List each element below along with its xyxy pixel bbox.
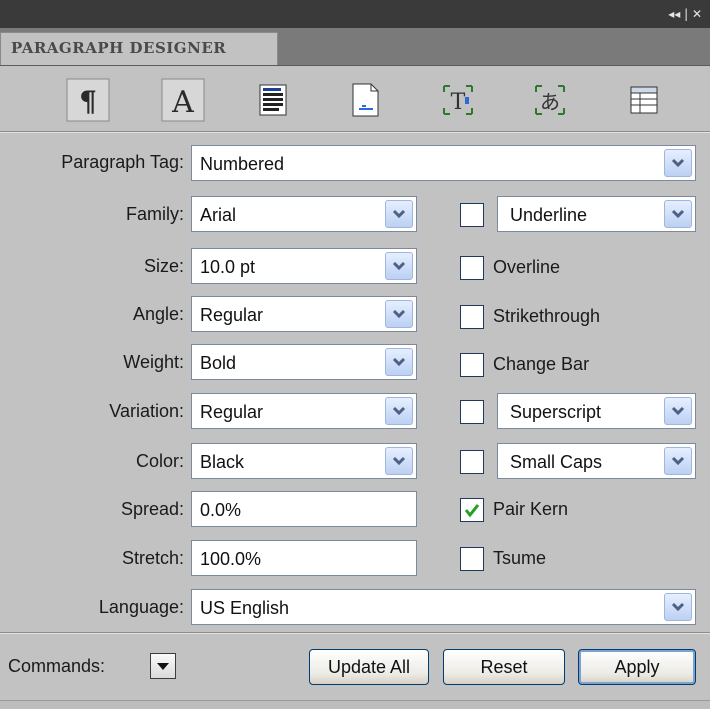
collapse-close-controls[interactable]: ◂◂ | ✕	[668, 7, 702, 21]
svg-text:¶: ¶	[79, 85, 97, 118]
variation-value: Regular	[200, 402, 264, 422]
angle-label: Angle:	[132, 304, 184, 324]
chevron-down-icon[interactable]	[385, 397, 413, 425]
variation-label: Variation:	[109, 401, 184, 421]
paragraph-tag-dropdown[interactable]: Numbered	[191, 145, 696, 181]
underline-value: Underline	[510, 205, 588, 225]
table-cell-icon[interactable]	[622, 78, 666, 122]
strikethrough-label[interactable]: Strikethrough	[493, 306, 600, 327]
separator-top	[0, 131, 710, 133]
underline-checkbox[interactable]	[460, 203, 484, 227]
title-bar: ◂◂ | ✕	[0, 0, 710, 28]
language-value: US English	[200, 598, 290, 618]
pagination-icon[interactable]	[343, 78, 387, 122]
color-label: Color:	[135, 451, 184, 471]
size-value: 10.0 pt	[200, 257, 256, 277]
strikethrough-checkbox[interactable]	[460, 305, 484, 329]
chevron-down-icon[interactable]	[664, 447, 692, 475]
stretch-label: Stretch:	[121, 548, 184, 568]
pair-kern-label[interactable]: Pair Kern	[493, 499, 568, 520]
family-value: Arial	[200, 205, 237, 225]
commands-label: Commands:	[8, 656, 106, 676]
small-caps-value: Small Caps	[510, 452, 603, 472]
overline-checkbox[interactable]	[460, 256, 484, 280]
svg-text:A: A	[171, 85, 194, 120]
spread-label: Spread:	[120, 499, 184, 519]
family-dropdown[interactable]: Arial	[191, 196, 417, 232]
toolbar: ¶ A T あ	[0, 72, 710, 128]
chevron-down-icon[interactable]	[385, 300, 413, 328]
angle-value: Regular	[200, 305, 264, 325]
paragraph-tag-label: Paragraph Tag:	[61, 152, 184, 172]
tsume-checkbox[interactable]	[460, 547, 484, 571]
chevron-down-icon[interactable]	[664, 149, 692, 177]
language-dropdown[interactable]: US English	[191, 589, 696, 625]
small-caps-checkbox[interactable]	[460, 450, 484, 474]
tsume-label[interactable]: Tsume	[493, 548, 546, 569]
chevron-down-icon[interactable]	[385, 200, 413, 228]
tab-paragraph-designer[interactable]: PARAGRAPH DESIGNER	[0, 32, 278, 65]
color-dropdown[interactable]: Black	[191, 443, 417, 479]
family-label: Family:	[126, 204, 184, 224]
superscript-checkbox[interactable]	[460, 400, 484, 424]
size-dropdown[interactable]: 10.0 pt	[191, 248, 417, 284]
paragraph-tag-value: Numbered	[200, 154, 285, 174]
font-icon[interactable]: A	[161, 78, 205, 122]
separator-bottom	[0, 632, 710, 634]
superscript-dropdown[interactable]: Superscript	[497, 393, 696, 429]
size-label: Size:	[143, 256, 184, 276]
spread-input[interactable]: 0.0%	[191, 491, 417, 527]
language-label: Language:	[98, 597, 184, 617]
pair-kern-checkbox[interactable]	[460, 498, 484, 522]
weight-label: Weight:	[123, 352, 184, 372]
change-bar-label[interactable]: Change Bar	[493, 354, 589, 375]
chevron-down-icon[interactable]	[385, 348, 413, 376]
asian-text-icon[interactable]: あ	[528, 78, 572, 122]
apply-button[interactable]: Apply	[578, 649, 696, 685]
tab-label: PARAGRAPH DESIGNER	[11, 39, 227, 57]
checkmark-icon	[464, 504, 480, 518]
pilcrow-icon[interactable]: ¶	[66, 78, 110, 122]
chevron-down-icon[interactable]	[664, 200, 692, 228]
weight-value: Bold	[200, 353, 237, 373]
chevron-down-icon[interactable]	[664, 593, 692, 621]
update-all-button[interactable]: Update All	[309, 649, 429, 685]
svg-text:T: T	[451, 90, 466, 115]
chevron-down-icon[interactable]	[664, 397, 692, 425]
text-frame-icon[interactable]: T	[436, 78, 480, 122]
chevron-down-icon[interactable]	[385, 252, 413, 280]
paragraph-format-icon[interactable]	[251, 78, 295, 122]
chevron-down-icon[interactable]	[385, 447, 413, 475]
superscript-value: Superscript	[510, 402, 602, 422]
angle-dropdown[interactable]: Regular	[191, 296, 417, 332]
overline-label[interactable]: Overline	[493, 257, 560, 278]
commands-menu-button[interactable]	[150, 653, 176, 679]
underline-dropdown[interactable]: Underline	[497, 196, 696, 232]
color-value: Black	[200, 452, 245, 472]
paragraph-designer-panel: ◂◂ | ✕ PARAGRAPH DESIGNER ¶ A T あ Paragr…	[0, 0, 710, 709]
variation-dropdown[interactable]: Regular	[191, 393, 417, 429]
weight-dropdown[interactable]: Bold	[191, 344, 417, 380]
triangle-down-icon	[157, 663, 169, 670]
stretch-input[interactable]: 100.0%	[191, 540, 417, 576]
change-bar-checkbox[interactable]	[460, 353, 484, 377]
svg-text:あ: あ	[540, 90, 560, 114]
small-caps-dropdown[interactable]: Small Caps	[497, 443, 696, 479]
reset-button[interactable]: Reset	[443, 649, 565, 685]
